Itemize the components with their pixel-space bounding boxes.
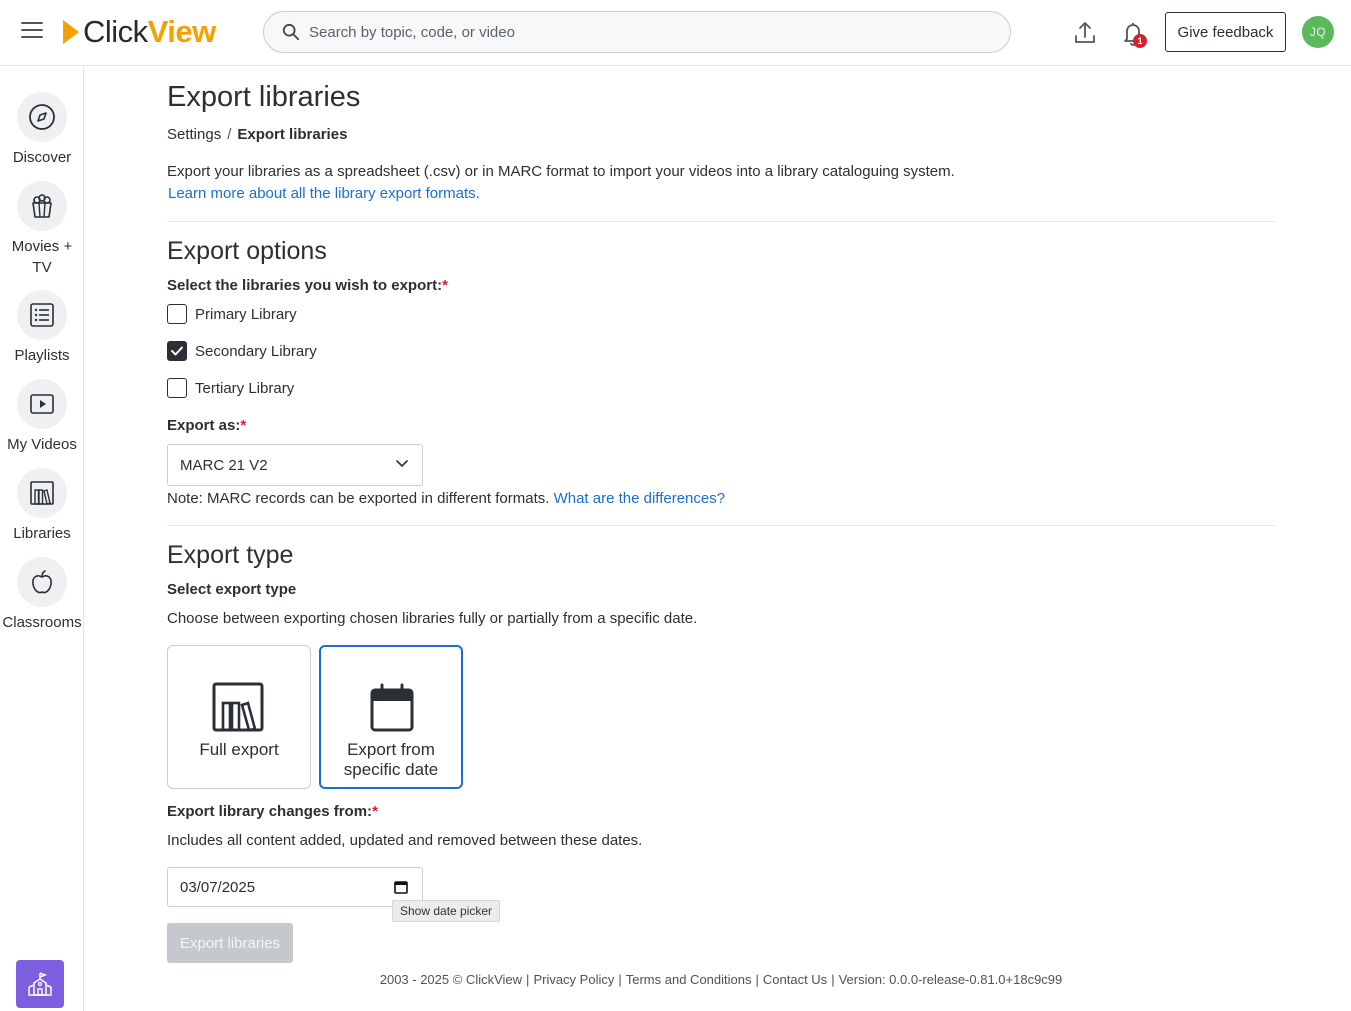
breadcrumb-current: Export libraries — [237, 126, 348, 143]
upload-icon — [1075, 22, 1095, 43]
privacy-policy-link[interactable]: Privacy Policy — [533, 972, 614, 987]
clickview-logo[interactable]: ClickView — [63, 14, 216, 50]
footer: 2003 - 2025 © ClickView | Privacy Policy | T… — [167, 972, 1275, 987]
footer-version: Version: 0.0.0-release-0.81.0+18c9c99 — [838, 972, 1063, 987]
sidebar-item-libraries[interactable]: Libraries — [0, 468, 84, 544]
checkbox-primary-library[interactable]: Primary Library — [167, 303, 297, 325]
checkbox[interactable] — [167, 378, 187, 398]
library-icon — [212, 682, 264, 732]
search-input[interactable] — [309, 23, 959, 41]
sidebar-item-label: Playlists — [14, 347, 70, 364]
terms-link[interactable]: Terms and Conditions — [626, 972, 752, 987]
sidebar-item-discover[interactable]: Discover — [0, 92, 84, 168]
export-type-description: Choose between exporting chosen librarie… — [167, 610, 698, 627]
menu-icon[interactable] — [21, 22, 43, 40]
calendar-icon — [370, 683, 414, 732]
search-icon — [282, 23, 300, 41]
breadcrumb-separator: / — [227, 126, 232, 143]
full-export-card[interactable]: Full export — [167, 645, 311, 789]
page-title: Export libraries — [167, 81, 361, 113]
sidebar-item-classrooms[interactable]: Classrooms — [0, 557, 84, 633]
differences-link[interactable]: What are the differences? — [554, 490, 726, 507]
export-options-heading: Export options — [167, 237, 327, 265]
logo-play-icon — [63, 20, 79, 44]
breadcrumb: Settings / Export libraries — [167, 126, 347, 143]
list-icon — [30, 303, 54, 327]
logo-text-click: Click — [83, 14, 148, 49]
sidebar-item-label: Classrooms — [2, 614, 82, 631]
learn-more-link[interactable]: Learn more about all the library export … — [168, 185, 480, 202]
compass-icon — [29, 104, 55, 130]
checkbox-label: Primary Library — [195, 305, 297, 323]
notification-badge: 1 — [1133, 34, 1147, 48]
checkbox-label: Secondary Library — [195, 342, 317, 360]
apple-icon — [32, 570, 52, 594]
export-format-value: MARC 21 V2 — [180, 456, 268, 474]
give-feedback-button[interactable]: Give feedback — [1165, 12, 1286, 52]
school-button[interactable] — [16, 960, 64, 1008]
changes-from-label: Export library changes from:* — [167, 803, 378, 820]
divider — [167, 221, 1275, 222]
breadcrumb-settings[interactable]: Settings — [167, 126, 221, 143]
date-picker-tooltip: Show date picker — [392, 900, 501, 922]
sidebar-item-my-videos[interactable]: My Videos — [0, 379, 84, 455]
full-export-label: Full export — [199, 740, 279, 759]
checkbox-label: Tertiary Library — [195, 379, 295, 397]
divider — [167, 525, 1275, 526]
sidebar-item-label: Discover — [12, 149, 72, 166]
date-picker-icon[interactable] — [394, 880, 408, 894]
sidebar: Discover Movies + TV Playlists My Videos… — [0, 66, 84, 1011]
avatar[interactable]: JQ — [1302, 16, 1334, 48]
sidebar-item-label: Libraries — [13, 525, 71, 542]
checkbox-checked[interactable] — [167, 341, 187, 361]
top-bar: ClickView 1 Give feedback JQ — [0, 0, 1351, 66]
notifications-button[interactable]: 1 — [1119, 18, 1149, 48]
footer-copyright: 2003 - 2025 © ClickView — [379, 972, 523, 987]
search-bar[interactable] — [263, 11, 1011, 53]
checkbox-secondary-library[interactable]: Secondary Library — [167, 340, 317, 362]
play-icon — [30, 394, 54, 414]
intro-text: Export your libraries as a spreadsheet (… — [167, 163, 955, 180]
library-icon — [30, 481, 54, 505]
checkbox-tertiary-library[interactable]: Tertiary Library — [167, 377, 294, 399]
sidebar-item-label: My Videos — [7, 436, 77, 453]
sidebar-item-playlists[interactable]: Playlists — [0, 290, 84, 366]
export-libraries-button[interactable]: Export libraries — [167, 923, 293, 963]
export-from-date-card[interactable]: Export from specific date — [319, 645, 463, 789]
export-format-select[interactable]: MARC 21 V2 — [167, 444, 423, 486]
contact-link[interactable]: Contact Us — [763, 972, 827, 987]
export-type-heading: Export type — [167, 541, 294, 569]
upload-button[interactable] — [1071, 19, 1099, 47]
sidebar-item-movies-tv[interactable]: Movies + TV — [0, 181, 84, 278]
chevron-down-icon — [396, 460, 408, 467]
date-input[interactable]: 03/07/2025 — [167, 867, 423, 907]
logo-text-view: View — [147, 14, 217, 49]
checkmark-icon — [171, 346, 183, 356]
school-icon — [28, 972, 52, 996]
export-as-label: Export as:* — [167, 417, 247, 434]
export-from-date-label: Export from specific date — [343, 740, 439, 779]
checkbox[interactable] — [167, 304, 187, 324]
date-value: 03/07/2025 — [180, 878, 256, 896]
marc-note: Note: MARC records can be exported in di… — [167, 490, 726, 507]
changes-description: Includes all content added, updated and … — [167, 832, 643, 849]
libraries-label: Select the libraries you wish to export:… — [167, 277, 448, 294]
popcorn-icon — [32, 194, 52, 218]
select-export-type-label: Select export type — [167, 581, 297, 598]
sidebar-item-label: Movies + TV — [11, 238, 73, 276]
